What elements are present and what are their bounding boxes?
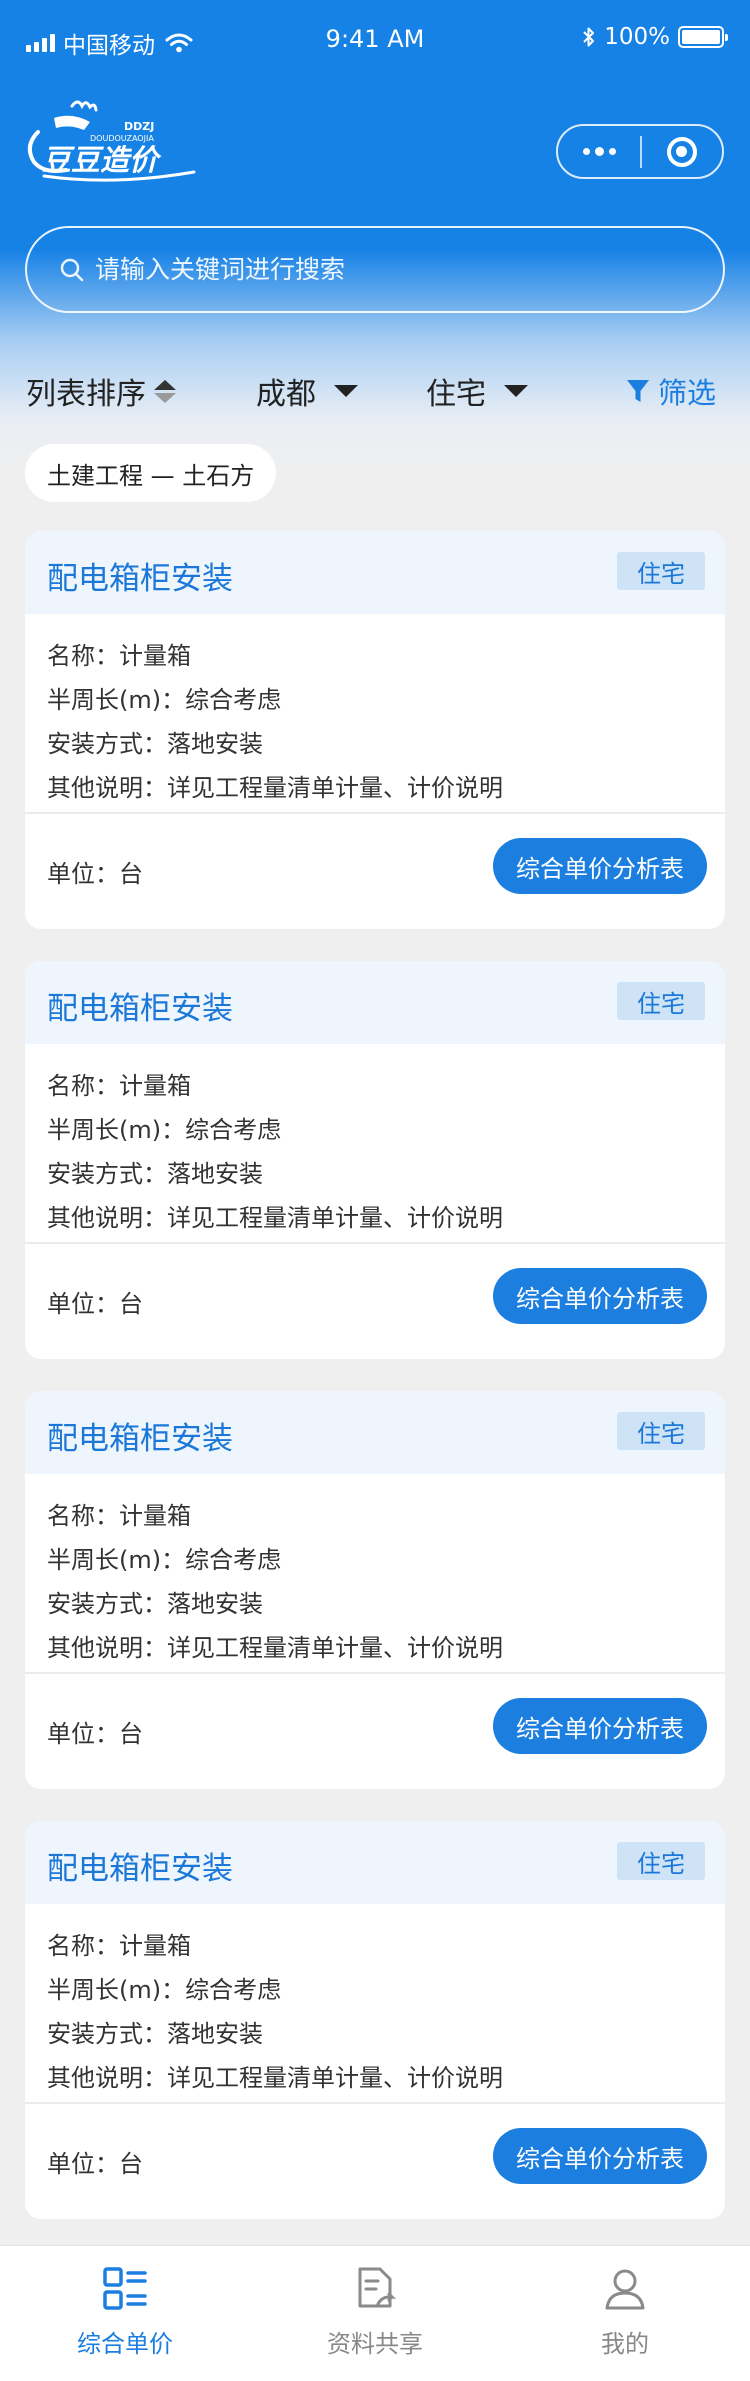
tab-data-share[interactable]: 资料共享	[250, 2246, 500, 2381]
tab-unit-price-label: 综合单价	[77, 2330, 173, 2358]
grid-list-icon	[103, 2267, 147, 2310]
search-icon	[60, 258, 84, 281]
unit-price-analysis-button[interactable]: 综合单价分析表	[493, 1268, 707, 1324]
svg-text:豆豆造价: 豆豆造价	[42, 143, 162, 177]
caret-down-icon	[334, 385, 358, 397]
card-field-name: 名称：计量箱	[47, 1072, 191, 1100]
card-unit: 单位：台	[47, 1290, 143, 1318]
list-item-card[interactable]: 配电箱柜安装 住宅 名称：计量箱 半周长(m)：综合考虑 安装方式：落地安装 其…	[25, 1821, 725, 2219]
document-share-icon	[358, 2267, 397, 2308]
card-unit: 单位：台	[47, 860, 143, 888]
type-label: 住宅	[426, 377, 486, 412]
city-dropdown[interactable]: 成都	[256, 365, 358, 417]
sort-label: 列表排序	[26, 377, 146, 412]
card-header: 配电箱柜安装 住宅	[25, 1821, 725, 1904]
tab-bar: 综合单价 资料共享 我的	[0, 2245, 750, 2381]
card-body: 名称：计量箱 半周长(m)：综合考虑 安装方式：落地安装 其他说明：详见工程量清…	[25, 614, 725, 812]
funnel-icon	[627, 380, 649, 402]
sort-icon	[154, 379, 176, 403]
svg-text:DOUDOUZAOJIA: DOUDOUZAOJIA	[90, 134, 154, 143]
card-field-perimeter: 半周长(m)：综合考虑	[47, 1546, 282, 1574]
card-field-notes: 其他说明：详见工程量清单计量、计价说明	[47, 1204, 503, 1232]
filter-button[interactable]: 筛选	[626, 365, 716, 417]
tab-data-share-label: 资料共享	[327, 2330, 423, 2358]
filter-label: 筛选	[658, 376, 717, 410]
card-field-notes: 其他说明：详见工程量清单计量、计价说明	[47, 1634, 503, 1662]
more-button[interactable]	[558, 126, 640, 177]
list-item-card[interactable]: 配电箱柜安装 住宅 名称：计量箱 半周长(m)：综合考虑 安装方式：落地安装 其…	[25, 1391, 725, 1789]
unit-price-analysis-button[interactable]: 综合单价分析表	[493, 838, 707, 894]
card-header: 配电箱柜安装 住宅	[25, 961, 725, 1044]
user-icon	[605, 2269, 645, 2310]
card-field-install: 安装方式：落地安装	[47, 1160, 263, 1188]
battery-icon	[678, 26, 728, 48]
card-badge: 住宅	[617, 1842, 705, 1880]
card-badge: 住宅	[617, 1412, 705, 1450]
miniprogram-capsule	[556, 124, 724, 179]
category-chip-label: 土建工程 — 土石方	[47, 461, 255, 490]
page: 中国移动 9:41 AM 100% DDZJ DOUDOUZAOJIA 豆豆造价	[0, 0, 750, 2381]
caret-down-icon	[504, 385, 528, 397]
search-bar[interactable]	[25, 226, 725, 313]
card-badge: 住宅	[617, 552, 705, 590]
card-footer: 单位：台 综合单价分析表	[25, 1672, 725, 1789]
status-bar: 中国移动 9:41 AM 100%	[0, 0, 750, 80]
card-field-name: 名称：计量箱	[47, 642, 191, 670]
card-body: 名称：计量箱 半周长(m)：综合考虑 安装方式：落地安装 其他说明：详见工程量清…	[25, 1904, 725, 2102]
card-header: 配电箱柜安装 住宅	[25, 1391, 725, 1474]
type-dropdown[interactable]: 住宅	[426, 365, 528, 417]
card-field-install: 安装方式：落地安装	[47, 1590, 263, 1618]
card-field-notes: 其他说明：详见工程量清单计量、计价说明	[47, 2064, 503, 2092]
card-footer: 单位：台 综合单价分析表	[25, 2102, 725, 2219]
card-field-perimeter: 半周长(m)：综合考虑	[47, 686, 282, 714]
search-input[interactable]	[95, 255, 675, 284]
card-field-perimeter: 半周长(m)：综合考虑	[47, 1116, 282, 1144]
card-footer: 单位：台 综合单价分析表	[25, 1242, 725, 1359]
card-title: 配电箱柜安装	[47, 561, 233, 597]
card-field-notes: 其他说明：详见工程量清单计量、计价说明	[47, 774, 503, 802]
filter-bar: 列表排序 成都 住宅 筛选	[0, 365, 750, 417]
list-item-card[interactable]: 配电箱柜安装 住宅 名称：计量箱 半周长(m)：综合考虑 安装方式：落地安装 其…	[25, 961, 725, 1359]
card-body: 名称：计量箱 半周长(m)：综合考虑 安装方式：落地安装 其他说明：详见工程量清…	[25, 1474, 725, 1672]
tab-me[interactable]: 我的	[500, 2246, 750, 2381]
city-label: 成都	[256, 377, 316, 412]
list-item-card[interactable]: 配电箱柜安装 住宅 名称：计量箱 半周长(m)：综合考虑 安装方式：落地安装 其…	[25, 531, 725, 929]
card-unit: 单位：台	[47, 1720, 143, 1748]
card-title: 配电箱柜安装	[47, 1851, 233, 1887]
battery-percent: 100%	[604, 24, 670, 50]
card-header: 配电箱柜安装 住宅	[25, 531, 725, 614]
tab-unit-price[interactable]: 综合单价	[0, 2246, 250, 2381]
card-body: 名称：计量箱 半周长(m)：综合考虑 安装方式：落地安装 其他说明：详见工程量清…	[25, 1044, 725, 1242]
card-footer: 单位：台 综合单价分析表	[25, 812, 725, 929]
card-field-name: 名称：计量箱	[47, 1932, 191, 1960]
unit-price-analysis-button[interactable]: 综合单价分析表	[493, 2128, 707, 2184]
card-title: 配电箱柜安装	[47, 1421, 233, 1457]
target-icon	[666, 136, 697, 167]
category-chip[interactable]: 土建工程 — 土石方	[25, 444, 277, 502]
unit-price-analysis-button[interactable]: 综合单价分析表	[493, 1698, 707, 1754]
card-field-install: 安装方式：落地安装	[47, 2020, 263, 2048]
status-right: 100%	[582, 24, 728, 50]
bluetooth-icon	[583, 27, 595, 47]
card-field-name: 名称：计量箱	[47, 1502, 191, 1530]
card-unit: 单位：台	[47, 2150, 143, 2178]
sort-dropdown[interactable]: 列表排序	[26, 365, 176, 417]
close-miniprogram-button[interactable]	[642, 126, 722, 177]
svg-text:DDZJ: DDZJ	[124, 120, 154, 133]
card-badge: 住宅	[617, 982, 705, 1020]
tab-me-label: 我的	[601, 2330, 649, 2358]
card-title: 配电箱柜安装	[47, 991, 233, 1027]
card-field-perimeter: 半周长(m)：综合考虑	[47, 1976, 282, 2004]
logo: DDZJ DOUDOUZAOJIA 豆豆造价	[27, 100, 196, 182]
card-field-install: 安装方式：落地安装	[47, 730, 263, 758]
